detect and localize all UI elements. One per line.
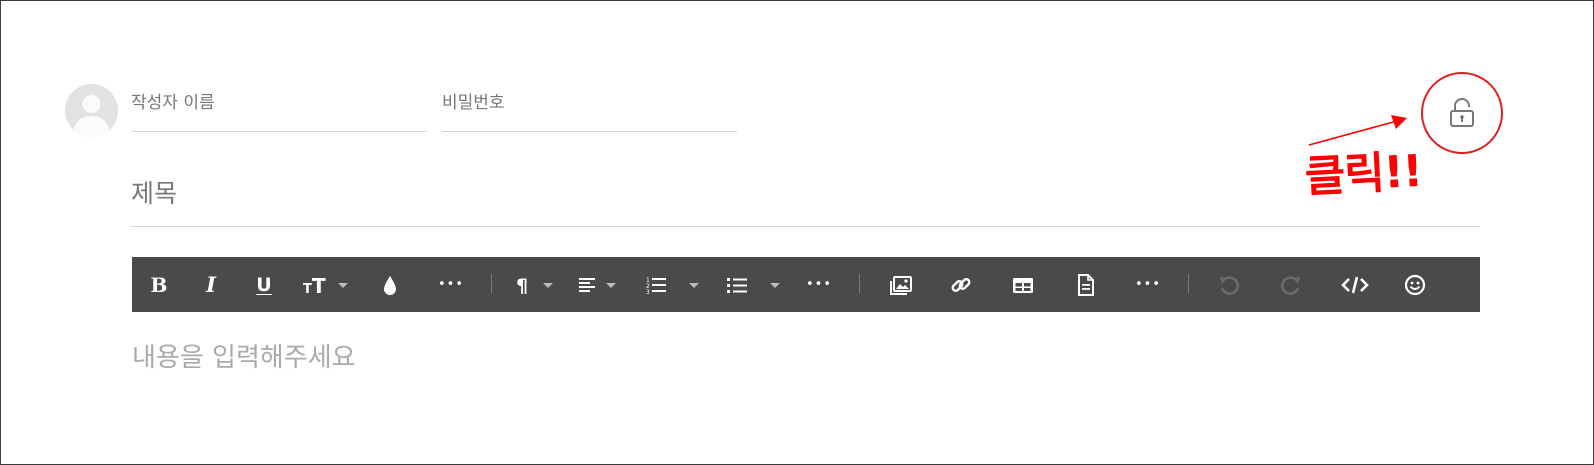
svg-text:¶: ¶ xyxy=(516,275,528,296)
font-size-button[interactable]: T T xyxy=(301,257,353,312)
smiley-icon xyxy=(1404,274,1426,295)
underline-button[interactable]: U xyxy=(250,257,278,312)
font-size-icon: T T xyxy=(303,274,348,296)
table-icon xyxy=(1013,277,1033,293)
redo-button[interactable] xyxy=(1277,257,1305,312)
ellipsis-icon: ••• xyxy=(1134,277,1161,292)
undo-button[interactable] xyxy=(1215,257,1243,312)
ellipsis-icon: ••• xyxy=(805,277,832,292)
ordered-list-button[interactable]: 1 2 3 xyxy=(644,257,704,312)
password-input[interactable] xyxy=(442,89,737,113)
link-icon xyxy=(951,277,971,292)
content-editor[interactable]: 내용을 입력해주세요 xyxy=(132,337,1480,427)
unordered-list-button[interactable] xyxy=(725,257,785,312)
image-icon xyxy=(890,275,912,295)
toolbar-divider xyxy=(491,274,492,293)
more-text-button[interactable]: ••• xyxy=(437,257,465,312)
more-paragraph-button[interactable]: ••• xyxy=(805,257,833,312)
text-color-button[interactable] xyxy=(377,257,403,312)
user-silhouette-icon xyxy=(73,95,110,137)
underline-icon: U xyxy=(256,273,272,296)
avatar xyxy=(65,84,118,137)
svg-text:T: T xyxy=(303,282,312,296)
drop-icon xyxy=(384,275,396,295)
toolbar-divider xyxy=(859,274,860,293)
title-input[interactable] xyxy=(131,175,1480,208)
lock-toggle-button[interactable] xyxy=(1421,72,1503,154)
editor-frame: 클릭!! B I U T T ••• ¶ xyxy=(0,0,1594,465)
insert-table-button[interactable] xyxy=(1009,257,1037,312)
svg-text:3: 3 xyxy=(646,289,650,296)
code-view-button[interactable] xyxy=(1340,257,1370,312)
bold-button[interactable]: B xyxy=(145,257,173,312)
undo-icon xyxy=(1220,275,1239,295)
file-icon xyxy=(1078,273,1094,296)
bold-icon: B xyxy=(150,272,168,297)
redo-icon xyxy=(1281,275,1300,295)
svg-text:T: T xyxy=(312,274,326,296)
chevron-down-icon xyxy=(338,282,348,288)
paragraph-format-button[interactable]: ¶ xyxy=(513,257,559,312)
italic-button[interactable]: I xyxy=(197,257,225,312)
insert-file-button[interactable] xyxy=(1072,257,1100,312)
insert-image-button[interactable] xyxy=(887,257,915,312)
insert-link-button[interactable] xyxy=(947,257,975,312)
author-name-field[interactable] xyxy=(131,89,427,132)
more-rich-button[interactable]: ••• xyxy=(1134,257,1162,312)
author-name-input[interactable] xyxy=(131,89,427,113)
emoticon-button[interactable] xyxy=(1401,257,1429,312)
unlock-icon xyxy=(1450,98,1474,127)
ellipsis-icon: ••• xyxy=(437,277,464,292)
unordered-list-icon xyxy=(727,277,780,293)
ordered-list-icon: 1 2 3 xyxy=(646,277,699,296)
title-field[interactable] xyxy=(131,175,1480,227)
toolbar-divider xyxy=(1188,274,1189,293)
content-placeholder: 내용을 입력해주세요 xyxy=(132,343,356,373)
align-button[interactable] xyxy=(576,257,620,312)
password-field[interactable] xyxy=(442,89,737,132)
code-icon xyxy=(1341,276,1369,293)
italic-icon: I xyxy=(206,272,216,297)
pilcrow-icon: ¶ xyxy=(516,275,553,296)
align-left-icon xyxy=(579,277,616,292)
